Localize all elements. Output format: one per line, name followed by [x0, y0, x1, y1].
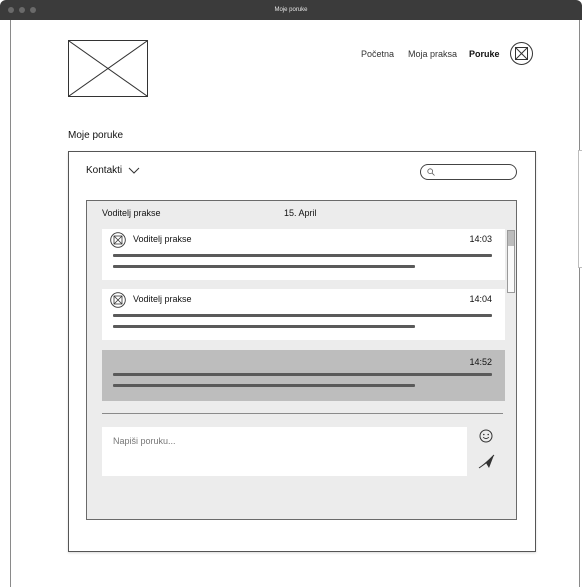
message-time: 14:03: [469, 234, 492, 244]
message-item[interactable]: Voditelj prakse 14:03: [102, 229, 505, 280]
send-icon[interactable]: [478, 454, 495, 469]
emoji-icon[interactable]: [479, 429, 493, 443]
logo-placeholder[interactable]: [68, 40, 148, 97]
message-text-placeholder: [113, 325, 415, 328]
contacts-dropdown[interactable]: Kontakti: [86, 165, 140, 176]
message-item[interactable]: Voditelj prakse 14:04: [102, 289, 505, 340]
contact-avatar-icon: [110, 232, 126, 248]
message-text-placeholder: [113, 384, 415, 387]
chat-scrollbar[interactable]: [507, 230, 515, 293]
nav-home[interactable]: Početna: [361, 49, 394, 59]
message-text-placeholder: [113, 373, 492, 376]
search-icon: [427, 168, 435, 176]
message-sender: Voditelj prakse: [133, 294, 192, 304]
page-title: Moje poruke: [68, 130, 124, 141]
chat-contact-name: Voditelj prakse: [102, 208, 161, 218]
contacts-label: Kontakti: [86, 165, 123, 176]
message-text-placeholder: [113, 254, 492, 257]
image-placeholder-icon: [68, 40, 148, 97]
message-input[interactable]: Napiši poruku...: [102, 427, 467, 476]
nav-my-internship[interactable]: Moja praksa: [408, 49, 457, 59]
contact-avatar-icon: [110, 292, 126, 308]
nav-messages[interactable]: Poruke: [469, 49, 500, 59]
window-title: Moje poruke: [274, 7, 308, 13]
avatar-placeholder-icon: [515, 47, 528, 60]
window-titlebar: Moje poruke: [0, 0, 582, 20]
user-avatar[interactable]: [510, 42, 533, 65]
message-text-placeholder: [113, 314, 492, 317]
chevron-down-icon: [128, 167, 140, 174]
compose-divider: [102, 413, 503, 414]
search-input[interactable]: [420, 164, 517, 180]
message-time: 14:04: [469, 294, 492, 304]
side-panel-edge: [578, 150, 582, 268]
scrollbar-thumb[interactable]: [508, 231, 514, 246]
message-text-placeholder: [113, 265, 415, 268]
message-time: 14:52: [469, 357, 492, 367]
message-item-own[interactable]: 14:52: [102, 350, 505, 401]
message-sender: Voditelj prakse: [133, 234, 192, 244]
chat-date: 15. April: [284, 208, 317, 218]
